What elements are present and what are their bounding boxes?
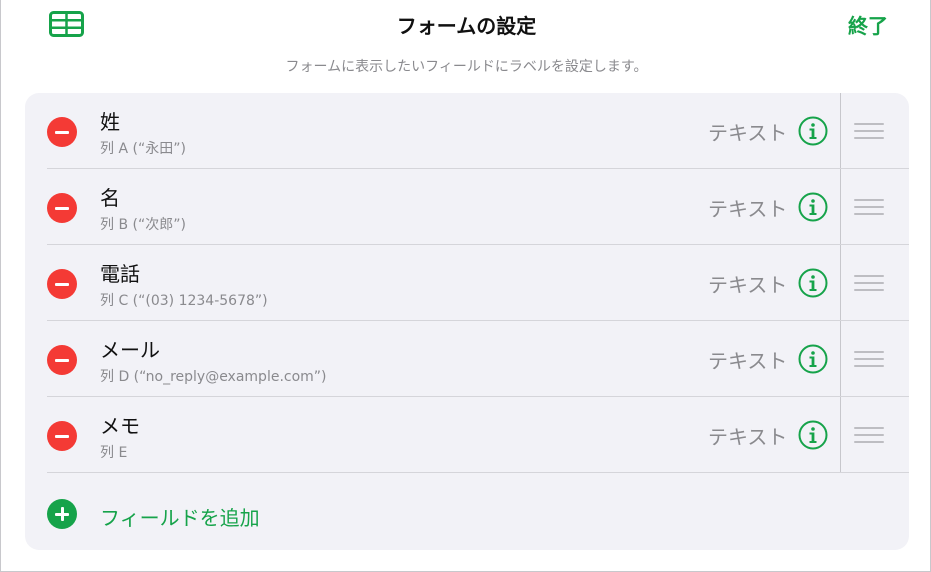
page-subtitle: フォームに表示したいフィールドにラベルを設定します。 [285, 59, 648, 75]
vertical-divider [840, 245, 841, 321]
field-column-label: 列 D (“no_reply@example.com”) [100, 369, 327, 385]
field-column-label: 列 C (“(03) 1234-5678”) [100, 293, 268, 309]
minus-icon [55, 434, 69, 438]
vertical-divider [840, 397, 841, 473]
minus-icon [55, 282, 69, 286]
drag-handle-icon[interactable] [854, 427, 884, 445]
field-type[interactable]: テキスト [708, 269, 787, 298]
field-column-label: 列 B (“次郎”) [100, 217, 186, 233]
info-icon[interactable] [798, 420, 828, 450]
add-field-button[interactable]: フィールドを追加 [25, 473, 909, 550]
info-icon[interactable] [798, 268, 828, 298]
page-title: フォームの設定 [396, 14, 537, 38]
delete-field-button[interactable] [47, 345, 77, 375]
minus-icon [55, 130, 69, 134]
field-row: メール 列 D (“no_reply@example.com”) テキスト [25, 321, 909, 397]
field-row: 姓 列 A (“永田”) テキスト [25, 93, 909, 169]
delete-field-button[interactable] [47, 269, 77, 299]
field-type[interactable]: テキスト [708, 345, 787, 374]
field-row: 電話 列 C (“(03) 1234-5678”) テキスト [25, 245, 909, 321]
field-name[interactable]: 姓 [100, 106, 120, 135]
delete-field-button[interactable] [47, 421, 77, 451]
field-name[interactable]: 電話 [100, 258, 140, 287]
field-column-label: 列 A (“永田”) [100, 141, 186, 157]
info-icon[interactable] [798, 344, 828, 374]
vertical-divider [840, 93, 841, 169]
field-column-label: 列 E [100, 445, 128, 461]
drag-handle-icon[interactable] [854, 199, 884, 217]
top-bar: フォームの設定 終了 [1, 0, 931, 50]
info-icon[interactable] [798, 192, 828, 222]
vertical-divider [840, 169, 841, 245]
field-row: 名 列 B (“次郎”) テキスト [25, 169, 909, 245]
drag-handle-icon[interactable] [854, 275, 884, 293]
field-name[interactable]: 名 [100, 182, 120, 211]
delete-field-button[interactable] [47, 117, 77, 147]
drag-handle-icon[interactable] [854, 351, 884, 369]
info-icon[interactable] [798, 116, 828, 146]
field-type[interactable]: テキスト [708, 421, 787, 450]
minus-icon [55, 206, 69, 210]
field-name[interactable]: メモ [100, 410, 140, 439]
field-row: メモ 列 E テキスト [25, 397, 909, 473]
done-button[interactable]: 終了 [848, 10, 888, 39]
drag-handle-icon[interactable] [854, 123, 884, 141]
fields-list: 姓 列 A (“永田”) テキスト 名 列 B (“次郎”) テキスト 電話 列… [25, 93, 909, 550]
minus-icon [55, 358, 69, 362]
field-type[interactable]: テキスト [708, 193, 787, 222]
plus-icon [47, 499, 77, 529]
field-name[interactable]: メール [100, 334, 160, 363]
add-field-label: フィールドを追加 [100, 506, 260, 530]
delete-field-button[interactable] [47, 193, 77, 223]
form-settings-panel: フォームの設定 終了 フォームに表示したいフィールドにラベルを設定します。 姓 … [0, 0, 931, 572]
field-type[interactable]: テキスト [708, 117, 787, 146]
vertical-divider [840, 321, 841, 397]
